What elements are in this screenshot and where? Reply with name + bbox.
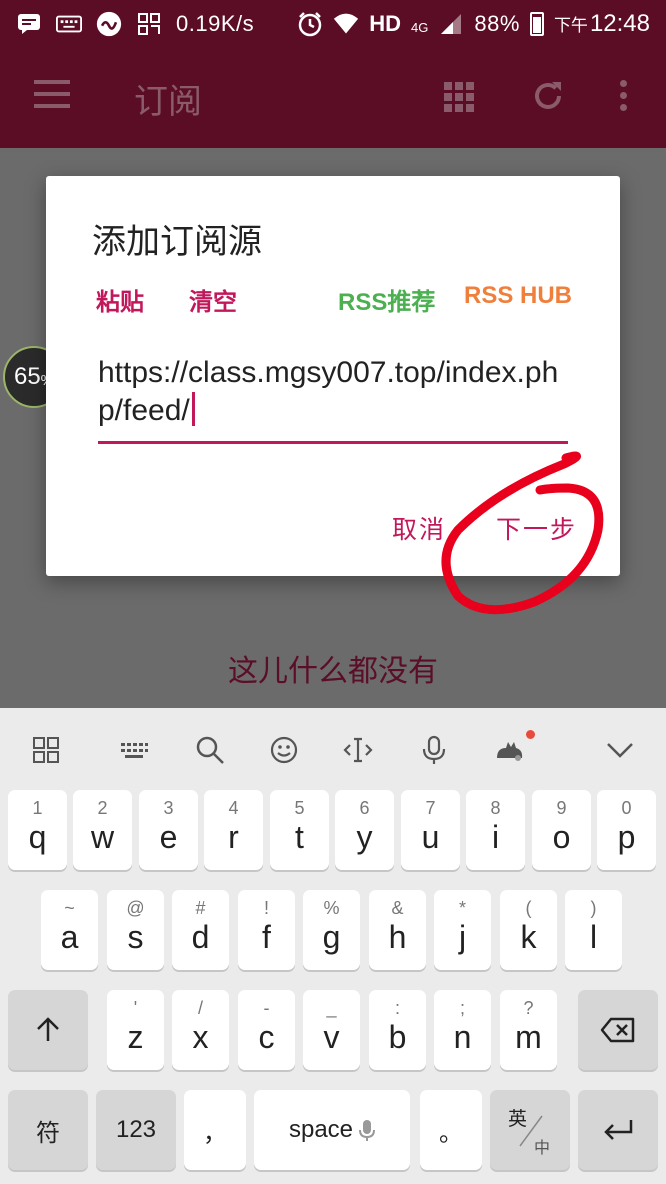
hd-badge: HD bbox=[369, 11, 402, 36]
lang-secondary: 中 bbox=[534, 1140, 551, 1157]
key-f[interactable]: ! f bbox=[238, 890, 295, 970]
key-l[interactable]: ) l bbox=[565, 890, 622, 970]
key-n[interactable]: ; n bbox=[434, 990, 491, 1070]
paste-button[interactable]: 粘贴 bbox=[96, 282, 144, 317]
alarm-icon bbox=[297, 12, 323, 37]
network-speed: 0.19K/s bbox=[176, 11, 255, 36]
key-m[interactable]: ? m bbox=[500, 990, 557, 1070]
apps-status-icon bbox=[136, 13, 162, 35]
signal-icon bbox=[438, 13, 464, 35]
apps-icon[interactable] bbox=[30, 734, 62, 766]
shift-key[interactable] bbox=[8, 990, 88, 1070]
clock-prefix: 下午 bbox=[553, 16, 588, 35]
clear-button[interactable]: 清空 bbox=[189, 282, 237, 317]
keyboard-status-icon bbox=[56, 13, 82, 35]
badge-value: 65 bbox=[13, 363, 41, 390]
grid-icon[interactable] bbox=[444, 82, 474, 112]
key-b[interactable]: :b bbox=[369, 990, 426, 1070]
comma-key[interactable]: ， bbox=[184, 1090, 246, 1170]
app-bar: 订阅 bbox=[0, 48, 666, 148]
key-p[interactable]: 0p bbox=[597, 790, 656, 870]
key-h[interactable]: & h bbox=[369, 890, 426, 970]
key-k[interactable]: (k bbox=[500, 890, 557, 970]
keyboard-toolbar bbox=[0, 708, 666, 788]
feed-url-value: https://class.mgsy007.top/index.php/feed… bbox=[98, 356, 559, 427]
mic-icon[interactable] bbox=[418, 734, 450, 766]
enter-icon bbox=[604, 1120, 633, 1140]
backspace-key[interactable] bbox=[578, 990, 658, 1070]
key-q[interactable]: 1q bbox=[8, 790, 67, 870]
key-c[interactable]: -c bbox=[238, 990, 295, 1070]
refresh-icon[interactable] bbox=[530, 78, 566, 118]
key-d[interactable]: # d bbox=[172, 890, 229, 970]
space-key[interactable]: space bbox=[254, 1090, 410, 1170]
key-z[interactable]: ' z bbox=[107, 990, 164, 1070]
shift-icon bbox=[37, 1017, 59, 1041]
key-o[interactable]: 9o bbox=[532, 790, 591, 870]
key-a[interactable]: ~ a bbox=[41, 890, 98, 970]
feed-url-input[interactable]: https://class.mgsy007.top/index.php/feed… bbox=[98, 354, 568, 444]
key-g[interactable]: % g bbox=[303, 890, 360, 970]
wifi-icon bbox=[333, 13, 359, 35]
text-cursor bbox=[191, 392, 195, 426]
empty-state-text: 这儿什么都没有 bbox=[228, 654, 438, 689]
key-t[interactable]: 5t bbox=[270, 790, 329, 870]
key-j[interactable]: * j bbox=[434, 890, 491, 970]
backspace-icon bbox=[600, 1017, 635, 1043]
battery-icon bbox=[529, 12, 544, 36]
menu-icon[interactable] bbox=[34, 80, 70, 108]
space-mic-icon bbox=[359, 1120, 376, 1141]
key-r[interactable]: 4r bbox=[204, 790, 263, 870]
battery-percent: 88% bbox=[474, 11, 520, 36]
space-label: space bbox=[288, 1116, 354, 1143]
key-w[interactable]: 2w bbox=[73, 790, 132, 870]
search-icon[interactable] bbox=[194, 734, 226, 766]
clock-time: 12:48 bbox=[589, 10, 650, 37]
key-i[interactable]: 8i bbox=[466, 790, 525, 870]
status-bar: 0.19K/s HD 4G 88% 下午12:48 bbox=[0, 0, 666, 48]
rss-recommend-button[interactable]: RSS推荐 bbox=[338, 282, 435, 317]
key-v[interactable]: _ v bbox=[303, 990, 360, 1070]
app-logo-icon bbox=[96, 11, 122, 37]
page-title: 订阅 bbox=[134, 82, 202, 122]
key-e[interactable]: 3e bbox=[139, 790, 198, 870]
cursor-icon[interactable] bbox=[342, 734, 374, 766]
enter-key[interactable] bbox=[578, 1090, 658, 1170]
network-type: 4G bbox=[411, 20, 429, 35]
dialog-title: 添加订阅源 bbox=[92, 222, 262, 262]
symbols-key[interactable]: 符 bbox=[8, 1090, 88, 1170]
soft-keyboard: 1q 2w 3e 4r 5t 6y 7u 8i 9o 0p ~ a @ s # d !… bbox=[0, 708, 666, 1184]
key-u[interactable]: 7u bbox=[401, 790, 460, 870]
red-circle-annotation bbox=[441, 451, 604, 615]
rss-hub-button[interactable]: RSS HUB bbox=[464, 282, 572, 310]
message-icon bbox=[16, 13, 42, 35]
lang-divider bbox=[519, 1115, 543, 1147]
key-s[interactable]: @ s bbox=[107, 890, 164, 970]
notification-dot bbox=[526, 730, 535, 739]
keyboard-icon[interactable] bbox=[118, 734, 150, 766]
clock: 下午12:48 bbox=[554, 10, 650, 38]
collapse-icon[interactable] bbox=[604, 734, 636, 766]
period-key[interactable]: 。 bbox=[420, 1090, 482, 1170]
cat-icon[interactable] bbox=[494, 734, 526, 766]
numbers-key[interactable]: 123 bbox=[96, 1090, 176, 1170]
key-x[interactable]: / x bbox=[172, 990, 229, 1070]
key-y[interactable]: 6y bbox=[335, 790, 394, 870]
more-vert-icon[interactable] bbox=[620, 80, 628, 116]
emoji-icon[interactable] bbox=[268, 734, 300, 766]
language-switch-key[interactable]: 英 中 bbox=[490, 1090, 570, 1170]
